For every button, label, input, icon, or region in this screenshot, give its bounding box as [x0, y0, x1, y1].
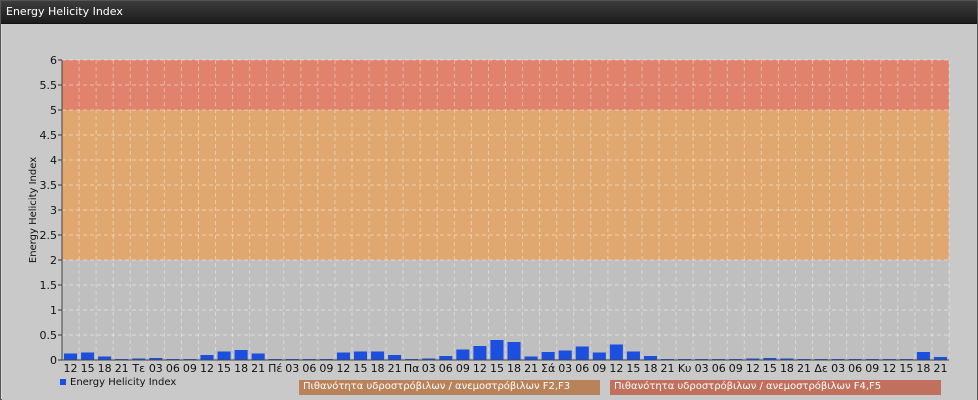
legend-band-f2-f3: Πιθανότητα υδροστρόβιλων / ανεμοστρόβιλω… — [299, 380, 600, 395]
x-tick-label: 06 — [439, 362, 453, 375]
x-tick-label: 03 — [831, 362, 845, 375]
y-tick-label: 1 — [50, 304, 57, 317]
x-tick-label: 03 — [695, 362, 709, 375]
x-tick-label: 06 — [848, 362, 862, 375]
x-tick-label: 12 — [336, 362, 350, 375]
x-tick-label: 18 — [507, 362, 521, 375]
x-tick-label: 09 — [592, 362, 606, 375]
y-tick-label: 6 — [50, 54, 57, 67]
bar — [643, 356, 658, 360]
x-tick-label: Τε — [131, 362, 145, 375]
bar — [456, 349, 470, 360]
x-tick-label: 18 — [98, 362, 112, 375]
bar — [507, 342, 521, 360]
x-tick-label: 09 — [183, 362, 197, 375]
bar — [916, 352, 930, 360]
bar — [234, 350, 248, 360]
x-tick-label: 18 — [916, 362, 930, 375]
x-tick-label: 12 — [200, 362, 214, 375]
bar — [371, 351, 385, 360]
x-tick-label: 15 — [490, 362, 504, 375]
bar — [592, 352, 606, 360]
bar — [64, 353, 78, 360]
legend-band-f4-f5: Πιθανότητα υδροστρόβιλων / ανεμοστρόβιλω… — [610, 380, 941, 395]
y-tick-label: 5.5 — [40, 79, 58, 92]
x-tick-label: 12 — [473, 362, 487, 375]
x-tick-label: 15 — [81, 362, 95, 375]
bar — [251, 353, 265, 360]
x-tick-label: 03 — [558, 362, 572, 375]
bar — [353, 351, 368, 360]
x-tick-label: 18 — [780, 362, 794, 375]
y-tick-label: 3.5 — [40, 179, 58, 192]
x-tick-label: 06 — [575, 362, 589, 375]
x-tick-label: Πέ — [268, 362, 282, 375]
y-tick-label: 1.5 — [40, 279, 58, 292]
bar — [524, 356, 538, 360]
legend-series-swatch — [60, 379, 66, 385]
x-tick-label: 03 — [149, 362, 163, 375]
bar — [98, 356, 112, 360]
y-tick-label: 2 — [50, 254, 57, 267]
x-tick-label: 09 — [729, 362, 743, 375]
y-tick-label: 3 — [50, 204, 57, 217]
x-tick-label: 15 — [763, 362, 777, 375]
x-tick-label: 18 — [371, 362, 385, 375]
ehi-bar-chart: 00.511.522.533.544.555.5612 15 18 21 Τε 03 06 0… — [28, 54, 950, 388]
x-tick-label: 09 — [319, 362, 333, 375]
x-tick-label: Πα — [404, 362, 420, 375]
x-tick-label: 15 — [217, 362, 231, 375]
legend-series-label: Energy Helicity Index — [70, 377, 176, 388]
x-tick-label: 21 — [388, 362, 402, 375]
y-tick-label: 5 — [50, 104, 57, 117]
y-tick-label: 0 — [50, 354, 57, 367]
bar — [200, 355, 214, 360]
x-tick-label: 21 — [797, 362, 811, 375]
x-tick-label: 06 — [166, 362, 180, 375]
bar — [336, 352, 350, 360]
x-tick-label: 21 — [661, 362, 675, 375]
x-tick-label: 21 — [524, 362, 538, 375]
x-tick-label: Δε — [814, 362, 828, 375]
bar — [473, 346, 487, 360]
x-tick-label: 21 — [933, 362, 947, 375]
x-tick-label: 18 — [234, 362, 248, 375]
bar — [558, 350, 572, 360]
x-tick-label: 12 — [609, 362, 623, 375]
x-tick-label: 09 — [865, 362, 879, 375]
x-tick-label: Κυ — [678, 362, 692, 375]
y-tick-label: 4 — [50, 154, 57, 167]
x-tick-label: 03 — [285, 362, 299, 375]
x-tick-label: 06 — [302, 362, 316, 375]
bar — [575, 346, 589, 360]
bar — [626, 351, 640, 360]
bar — [388, 355, 402, 360]
y-axis-title: Energy Helicity Index — [28, 157, 39, 263]
x-tick-label: 21 — [115, 362, 129, 375]
x-tick-label: 03 — [422, 362, 436, 375]
x-tick-label: 12 — [882, 362, 896, 375]
x-tick-label: Σά — [541, 362, 555, 375]
y-tick-label: 0.5 — [40, 329, 58, 342]
bar — [541, 352, 555, 360]
bar — [217, 351, 231, 360]
x-tick-label: 18 — [643, 362, 657, 375]
bar — [490, 340, 504, 360]
y-tick-label: 2.5 — [40, 229, 58, 242]
bar — [439, 356, 453, 360]
x-tick-label: 12 — [746, 362, 760, 375]
x-tick-label: 09 — [456, 362, 470, 375]
x-tick-label: 15 — [354, 362, 368, 375]
x-tick-label: 15 — [899, 362, 913, 375]
y-tick-label: 4.5 — [40, 129, 58, 142]
bar — [609, 344, 623, 360]
x-tick-label: 06 — [712, 362, 726, 375]
x-tick-label: 15 — [626, 362, 640, 375]
x-tick-label: 21 — [251, 362, 265, 375]
bar — [81, 352, 95, 360]
x-tick-label: 12 — [64, 362, 78, 375]
